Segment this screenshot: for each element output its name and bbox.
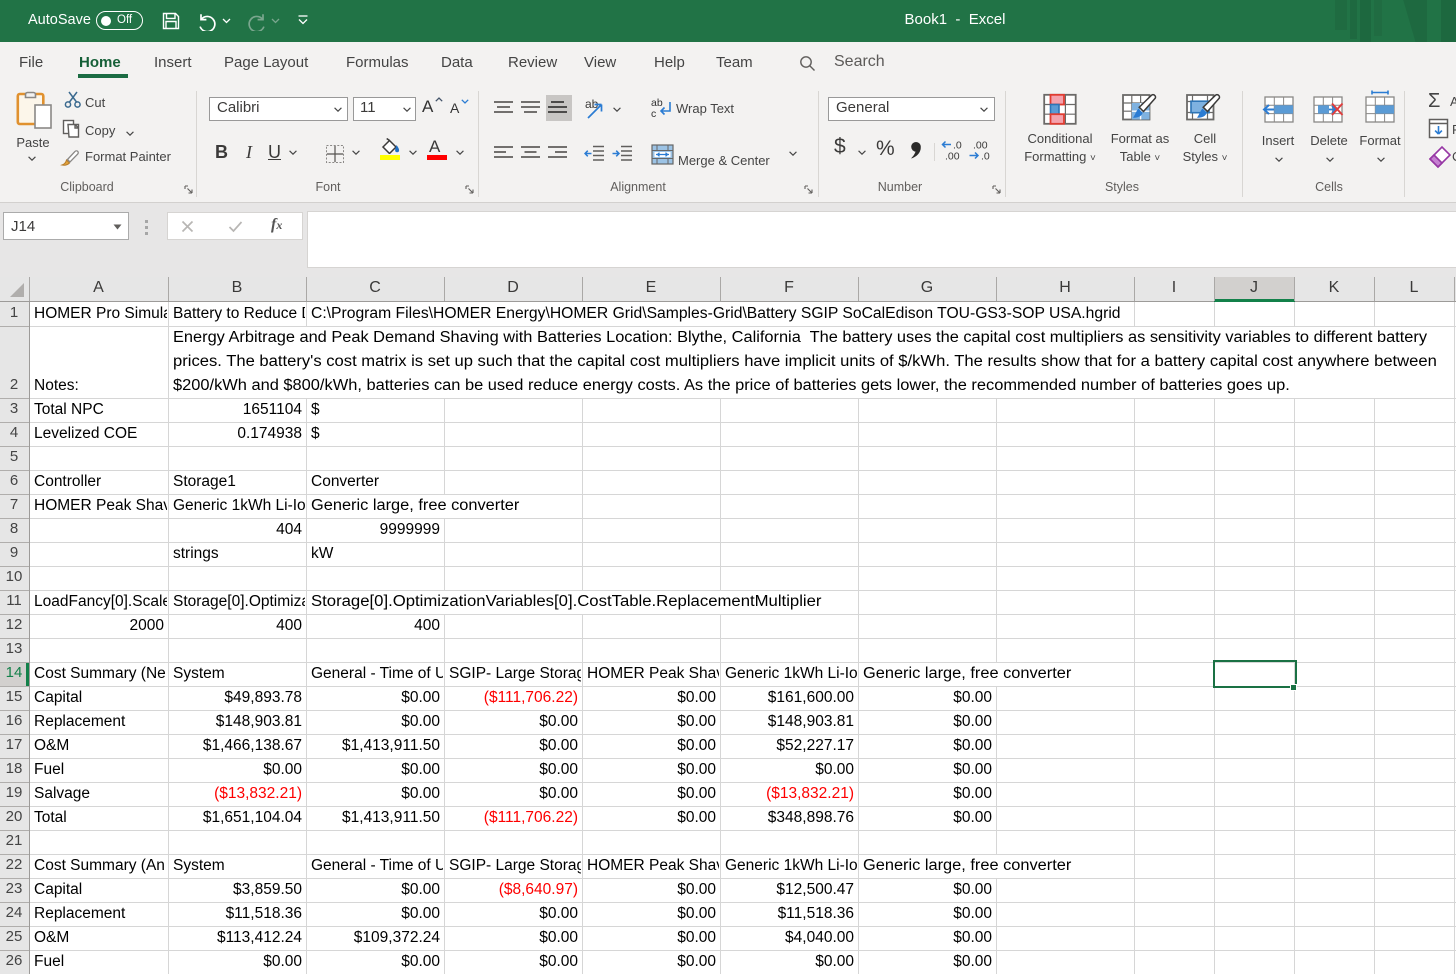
svg-text:.00: .00 (945, 151, 960, 162)
svg-text:.0: .0 (981, 151, 990, 162)
svg-text:c: c (651, 108, 656, 119)
